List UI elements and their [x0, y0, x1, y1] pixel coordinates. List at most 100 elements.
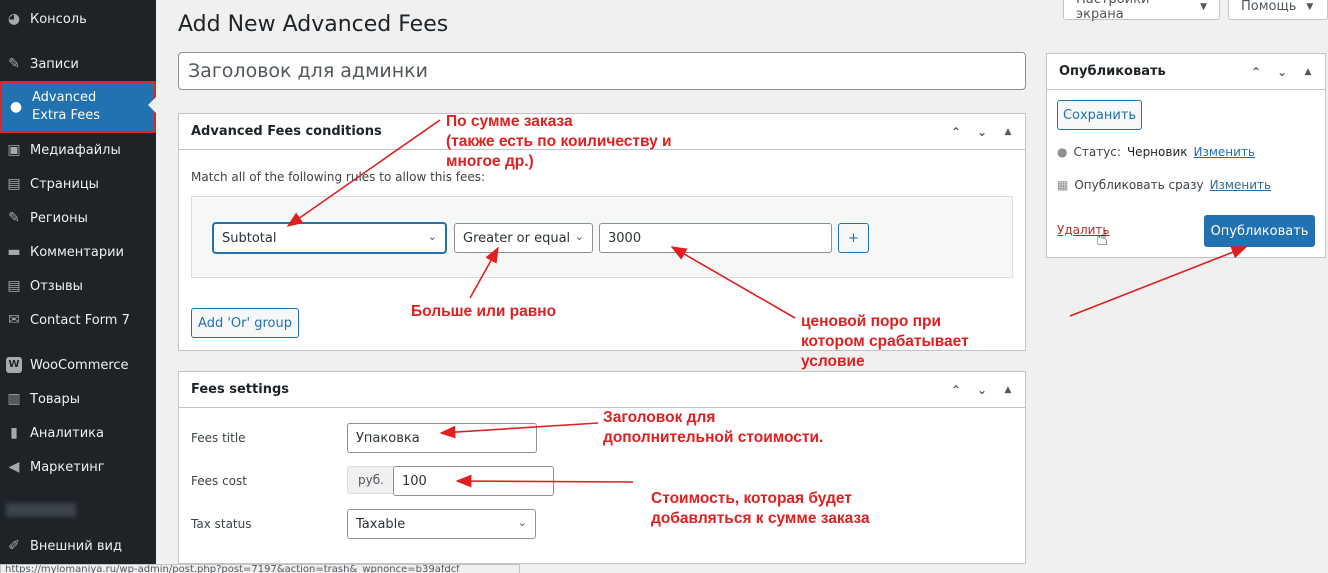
pin-icon: ●	[1057, 145, 1068, 159]
pages-icon: ▤	[7, 176, 21, 192]
status-value: Черновик	[1126, 145, 1188, 159]
reviews-icon: ▤	[7, 278, 21, 294]
match-text: Match all of the following rules to allo…	[191, 170, 486, 184]
move-up-icon[interactable]: ⌃	[949, 383, 963, 397]
sidebar-item-dashboard[interactable]: ◕ Консоль	[0, 2, 156, 36]
sidebar-item-posts[interactable]: ✎ Записи	[0, 47, 156, 81]
tax-status-value: Taxable	[356, 516, 406, 532]
chevron-down-icon: ⌄	[517, 516, 527, 529]
sidebar-item-label: Аналитика	[30, 425, 104, 441]
postbox-header: Fees settings ⌃ ⌄ ▲	[179, 372, 1025, 408]
woo-icon: W	[6, 357, 22, 373]
sidebar-item-pages[interactable]: ▤ Страницы	[0, 167, 156, 201]
condition-select[interactable]: Subtotal ⌄	[213, 223, 446, 253]
page-title: Add New Advanced Fees	[178, 12, 449, 37]
move-up-icon[interactable]: ⌃	[1249, 65, 1263, 79]
add-rule-button[interactable]: +	[838, 223, 869, 253]
calendar-icon: ▦	[1057, 178, 1069, 192]
rules-group: Subtotal ⌄ Greater or equal t ⌄ 3000 +	[191, 196, 1013, 278]
toggle-icon[interactable]: ▲	[1001, 385, 1015, 395]
sidebar-item-comments[interactable]: ▬ Комментарии	[0, 235, 156, 269]
sidebar-item-label: Страницы	[30, 176, 99, 192]
annotation-operator: Больше или равно	[411, 303, 557, 320]
screen-options-button[interactable]: Настройки экрана ▼	[1063, 0, 1220, 22]
title-placeholder: Заголовок для админки	[188, 60, 428, 82]
appearance-icon: ✐	[8, 538, 20, 554]
admin-sidebar: ◕ Консоль ✎ Записи ● Advanced Extra Fees…	[0, 0, 156, 573]
dashboard-icon: ◕	[7, 11, 21, 27]
browser-status-url: https://mylomaniya.ru/wp-admin/post.php?…	[0, 564, 520, 573]
publish-immediately-label: Опубликовать сразу	[1074, 178, 1204, 192]
schedule-row: ▦ Опубликовать сразу Изменить	[1057, 178, 1271, 192]
move-up-icon[interactable]: ⌃	[949, 125, 963, 139]
move-down-icon[interactable]: ⌄	[1275, 65, 1289, 79]
operator-select-value: Greater or equal t	[463, 230, 580, 246]
caret-down-icon: ▼	[1306, 1, 1314, 12]
help-label: Помощь	[1241, 0, 1297, 14]
move-down-icon[interactable]: ⌄	[975, 125, 989, 139]
sidebar-item-media[interactable]: ▣ Медиафайлы	[0, 133, 156, 167]
chevron-down-icon: ⌄	[574, 230, 584, 243]
save-draft-button[interactable]: Сохранить	[1057, 100, 1142, 130]
sidebar-item-label: WooCommerce	[30, 357, 129, 373]
operator-select[interactable]: Greater or equal t ⌄	[454, 223, 593, 253]
pin-icon: ✎	[8, 210, 20, 226]
save-draft-label: Сохранить	[1062, 107, 1137, 123]
caret-down-icon: ▼	[1200, 1, 1207, 12]
sidebar-item-marketing[interactable]: ◀ Маркетинг	[0, 450, 156, 484]
comment-icon: ▬	[7, 244, 21, 260]
sidebar-item-label: Товары	[30, 391, 81, 407]
tax-status-label: Tax status	[191, 517, 252, 531]
media-icon: ▣	[7, 142, 21, 158]
toggle-icon[interactable]: ▲	[1001, 127, 1015, 137]
pin-icon: ✎	[8, 56, 20, 72]
sidebar-item-contact-form[interactable]: ✉ Contact Form 7	[0, 303, 156, 337]
sidebar-item-label: Внешний вид	[30, 538, 122, 554]
currency-label: руб.	[358, 473, 384, 487]
condition-value-input[interactable]: 3000	[599, 223, 832, 253]
screen-options-label: Настройки экрана	[1076, 0, 1149, 22]
publish-button-label: Опубликовать	[1210, 223, 1309, 239]
sidebar-item-label: Записи	[30, 56, 79, 72]
title-input[interactable]: Заголовок для админки	[178, 52, 1026, 90]
blurred-menu-item	[6, 503, 76, 517]
annotation-subtotal: По сумме заказа (также есть по коиличест…	[446, 113, 672, 170]
postbox-header: Опубликовать ⌃ ⌄ ▲	[1047, 54, 1325, 90]
help-button[interactable]: Помощь ▼	[1228, 0, 1328, 20]
postbox-title: Advanced Fees conditions	[191, 124, 382, 139]
toggle-icon[interactable]: ▲	[1301, 67, 1315, 77]
status-label: Статус:	[1073, 145, 1121, 159]
analytics-icon: ▮	[10, 425, 18, 441]
fees-cost-value: 100	[402, 473, 427, 489]
sidebar-item-appearance[interactable]: ✐ Внешний вид	[0, 529, 156, 563]
mail-icon: ✉	[8, 312, 20, 328]
sidebar-item-analytics[interactable]: ▮ Аналитика	[0, 416, 156, 450]
status-row: ● Статус: Черновик Изменить	[1057, 145, 1255, 159]
annotation-threshold: ценовой поро при котором срабатывает усл…	[801, 313, 969, 370]
fees-title-label: Fees title	[191, 431, 246, 445]
sidebar-item-label: Отзывы	[30, 278, 83, 294]
tax-status-select[interactable]: Taxable ⌄	[347, 509, 536, 539]
sidebar-item-reviews[interactable]: ▤ Отзывы	[0, 269, 156, 303]
edit-schedule-link[interactable]: Изменить	[1210, 178, 1272, 192]
add-or-group-button[interactable]: Add 'Or' group	[191, 308, 299, 338]
sidebar-item-regions[interactable]: ✎ Регионы	[0, 201, 156, 235]
sidebar-item-products[interactable]: ▥ Товары	[0, 382, 156, 416]
fees-title-input[interactable]: Упаковка	[347, 423, 537, 453]
hand-cursor-icon: ☝	[1096, 226, 1109, 250]
megaphone-icon: ◀	[8, 459, 20, 475]
sidebar-item-label: Регионы	[30, 210, 88, 226]
edit-status-link[interactable]: Изменить	[1194, 145, 1256, 159]
sidebar-item-advanced-extra-fees[interactable]: ● Advanced Extra Fees	[0, 81, 156, 133]
add-or-group-label: Add 'Or' group	[198, 315, 292, 331]
products-icon: ▥	[7, 391, 21, 407]
condition-value: 3000	[608, 230, 642, 246]
fees-cost-label: Fees cost	[191, 474, 247, 488]
sidebar-item-woocommerce[interactable]: W WooCommerce	[0, 348, 156, 382]
publish-button[interactable]: Опубликовать	[1204, 215, 1315, 247]
sidebar-item-label: Advanced Extra Fees	[32, 90, 100, 123]
fees-title-value: Упаковка	[356, 430, 420, 446]
fees-cost-input[interactable]: 100	[393, 466, 554, 496]
move-down-icon[interactable]: ⌄	[975, 383, 989, 397]
sidebar-item-label: Маркетинг	[30, 459, 105, 475]
